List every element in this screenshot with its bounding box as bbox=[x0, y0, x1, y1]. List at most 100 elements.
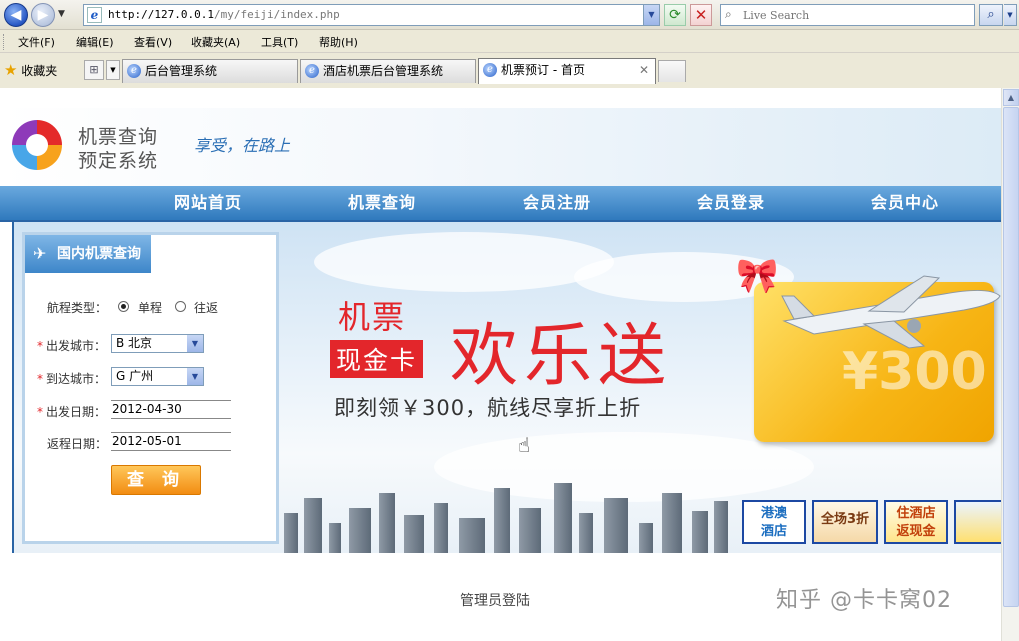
nav-flight-search[interactable]: 机票查询 bbox=[348, 186, 416, 220]
trip-one-way-radio[interactable] bbox=[118, 301, 129, 312]
return-date-input[interactable]: 2012-05-01 bbox=[111, 432, 231, 451]
to-city-label: * 到达城市： bbox=[37, 370, 106, 387]
nav-member-center[interactable]: 会员中心 bbox=[871, 186, 939, 220]
search-engine-icon: ⌕ bbox=[725, 7, 732, 21]
banner-title-big: 欢乐送 bbox=[450, 317, 673, 396]
airplane-icon bbox=[781, 275, 1001, 349]
promo-hk-macau-hotel[interactable]: 港澳 酒店 bbox=[742, 500, 806, 544]
tab-bar: ★ 收藏夹 ⊞ ▼ e 后台管理系统 e 酒店机票后台管理系统 e 机票预订 -… bbox=[0, 54, 1019, 88]
quick-tabs-button[interactable]: ⊞ bbox=[84, 60, 104, 80]
menu-view[interactable]: 查看(V) bbox=[134, 34, 172, 50]
depart-date-label: * 出发日期： bbox=[37, 403, 106, 420]
promo-more[interactable] bbox=[954, 500, 1001, 544]
menu-bar: 文件(F) 编辑(E) 查看(V) 收藏夹(A) 工具(T) 帮助(H) bbox=[0, 31, 1019, 53]
favorites-label: 收藏夹 bbox=[21, 64, 58, 78]
tab-backend-admin[interactable]: e 后台管理系统 bbox=[122, 59, 298, 83]
menu-file[interactable]: 文件(F) bbox=[18, 34, 55, 50]
tab-title: 酒店机票后台管理系统 bbox=[323, 64, 444, 78]
required-marker: * bbox=[37, 405, 43, 419]
nav-register[interactable]: 会员注册 bbox=[523, 186, 591, 220]
zhihu-watermark: 知乎 @卡卡窝02 bbox=[776, 588, 952, 613]
promo-30-percent-off[interactable]: 全场3折 bbox=[812, 500, 878, 544]
tab-close-icon[interactable]: ✕ bbox=[639, 59, 649, 81]
star-icon: ★ bbox=[4, 61, 18, 79]
refresh-button[interactable]: ⟳ bbox=[664, 4, 686, 26]
stop-button[interactable]: ✕ bbox=[690, 4, 712, 26]
tab-hotel-flight-admin[interactable]: e 酒店机票后台管理系统 bbox=[300, 59, 476, 83]
menu-edit[interactable]: 编辑(E) bbox=[76, 34, 114, 50]
search-options-dropdown-icon[interactable]: ▼ bbox=[1004, 4, 1017, 26]
airplane-icon: ✈ bbox=[33, 244, 47, 263]
return-date-label: 返程日期： bbox=[47, 437, 108, 451]
page-favicon-icon: e bbox=[87, 7, 102, 23]
scroll-thumb[interactable] bbox=[1003, 107, 1019, 607]
main-nav: 网站首页 机票查询 会员注册 会员登录 会员中心 bbox=[0, 186, 1001, 222]
tab-flight-booking-home[interactable]: e 机票预订 - 首页 ✕ bbox=[478, 58, 656, 84]
menu-favorites[interactable]: 收藏夹(A) bbox=[191, 34, 240, 50]
address-dropdown-icon[interactable]: ▼ bbox=[643, 5, 659, 25]
tab-list-dropdown-icon[interactable]: ▼ bbox=[106, 60, 120, 80]
ribbon-bow-icon: 🎀 bbox=[736, 256, 779, 296]
history-dropdown-icon[interactable]: ▼ bbox=[58, 9, 65, 19]
nav-login[interactable]: 会员登录 bbox=[697, 186, 765, 220]
chevron-down-icon: ▼ bbox=[187, 335, 203, 352]
promo-label: 全场3折 bbox=[820, 512, 870, 527]
forward-arrow-icon: ▶ bbox=[37, 7, 49, 23]
scroll-up-icon[interactable]: ▲ bbox=[1003, 89, 1019, 106]
live-search-box[interactable]: ⌕ bbox=[720, 4, 975, 26]
depart-date-input[interactable]: 2012-04-30 bbox=[111, 400, 231, 419]
forward-button[interactable]: ▶ bbox=[31, 3, 55, 27]
grid-icon: ⊞ bbox=[89, 63, 99, 76]
back-arrow-icon: ◀ bbox=[10, 7, 22, 23]
cloud-decoration bbox=[314, 232, 614, 292]
logo-title-line1: 机票查询 bbox=[78, 126, 159, 148]
site-header: 机票查询 预定系统 享受，在路上 bbox=[0, 108, 1001, 186]
promo-label: 港澳 酒店 bbox=[760, 506, 787, 539]
promo-hotel-cashback[interactable]: 住酒店 返现金 bbox=[884, 500, 948, 544]
back-button[interactable]: ◀ bbox=[4, 3, 28, 27]
refresh-icon: ⟳ bbox=[669, 7, 681, 23]
stop-icon: ✕ bbox=[694, 6, 708, 24]
depart-date-label-text: 出发日期： bbox=[46, 405, 107, 419]
url-path: /my/feiji/index.php bbox=[213, 8, 340, 21]
banner-title-badge: 现金卡 bbox=[330, 340, 424, 378]
favorites-button[interactable]: ★ 收藏夹 bbox=[4, 59, 57, 81]
from-city-label: * 出发城市： bbox=[37, 337, 106, 354]
magnifier-icon: ⌕ bbox=[987, 7, 995, 22]
search-button[interactable]: ⌕ bbox=[979, 4, 1003, 26]
vertical-scrollbar[interactable]: ▲ bbox=[1001, 88, 1019, 641]
nav-home[interactable]: 网站首页 bbox=[174, 186, 242, 220]
trip-one-way-label[interactable]: 单程 bbox=[138, 299, 162, 316]
address-bar[interactable]: e http://127.0.0.1/my/feiji/index.php ▼ bbox=[83, 4, 660, 26]
toolbar-grip bbox=[3, 34, 6, 50]
from-city-label-text: 出发城市： bbox=[46, 339, 107, 353]
menu-help[interactable]: 帮助(H) bbox=[319, 34, 358, 50]
swirl-logo-icon[interactable] bbox=[12, 120, 62, 170]
chevron-down-icon: ▼ bbox=[187, 368, 203, 385]
live-search-input[interactable] bbox=[743, 7, 971, 23]
page-viewport: 机票查询 预定系统 享受，在路上 网站首页 机票查询 会员注册 会员登录 会员中… bbox=[0, 88, 1019, 641]
trip-round-radio[interactable] bbox=[175, 301, 186, 312]
flight-search-panel: ✈ 国内机票查询 航程类型： 单程 往返 * 出发城市： B 北京 ▼ * 到达城市：… bbox=[22, 232, 279, 544]
url-text[interactable]: http://127.0.0.1/my/feiji/index.php bbox=[108, 8, 340, 21]
url-host: http://127.0.0.1 bbox=[108, 8, 214, 21]
banner-title-small: 机票 bbox=[338, 298, 407, 336]
tab-domestic-flights[interactable]: ✈ 国内机票查询 bbox=[25, 235, 151, 273]
required-marker: * bbox=[37, 339, 43, 353]
menu-tools[interactable]: 工具(T) bbox=[261, 34, 298, 50]
trip-round-label[interactable]: 往返 bbox=[194, 299, 218, 316]
tab-title: 机票预订 - 首页 bbox=[501, 63, 585, 77]
panel-tab-label: 国内机票查询 bbox=[57, 246, 141, 262]
from-city-select[interactable]: B 北京 ▼ bbox=[111, 334, 204, 353]
admin-login-link[interactable]: 管理员登陆 bbox=[460, 590, 530, 610]
site-slogan: 享受，在路上 bbox=[194, 136, 291, 155]
to-city-label-text: 到达城市： bbox=[46, 372, 107, 386]
search-flights-button[interactable]: 查 询 bbox=[111, 465, 201, 495]
logo-title-line2: 预定系统 bbox=[78, 150, 159, 172]
promo-label: 住酒店 返现金 bbox=[896, 506, 936, 539]
ie-page-icon: e bbox=[483, 63, 497, 77]
to-city-select[interactable]: G 广州 ▼ bbox=[111, 367, 204, 386]
new-tab-button[interactable] bbox=[658, 60, 686, 82]
required-marker: * bbox=[37, 372, 43, 386]
hand-cursor-icon: ☝ bbox=[518, 433, 531, 457]
